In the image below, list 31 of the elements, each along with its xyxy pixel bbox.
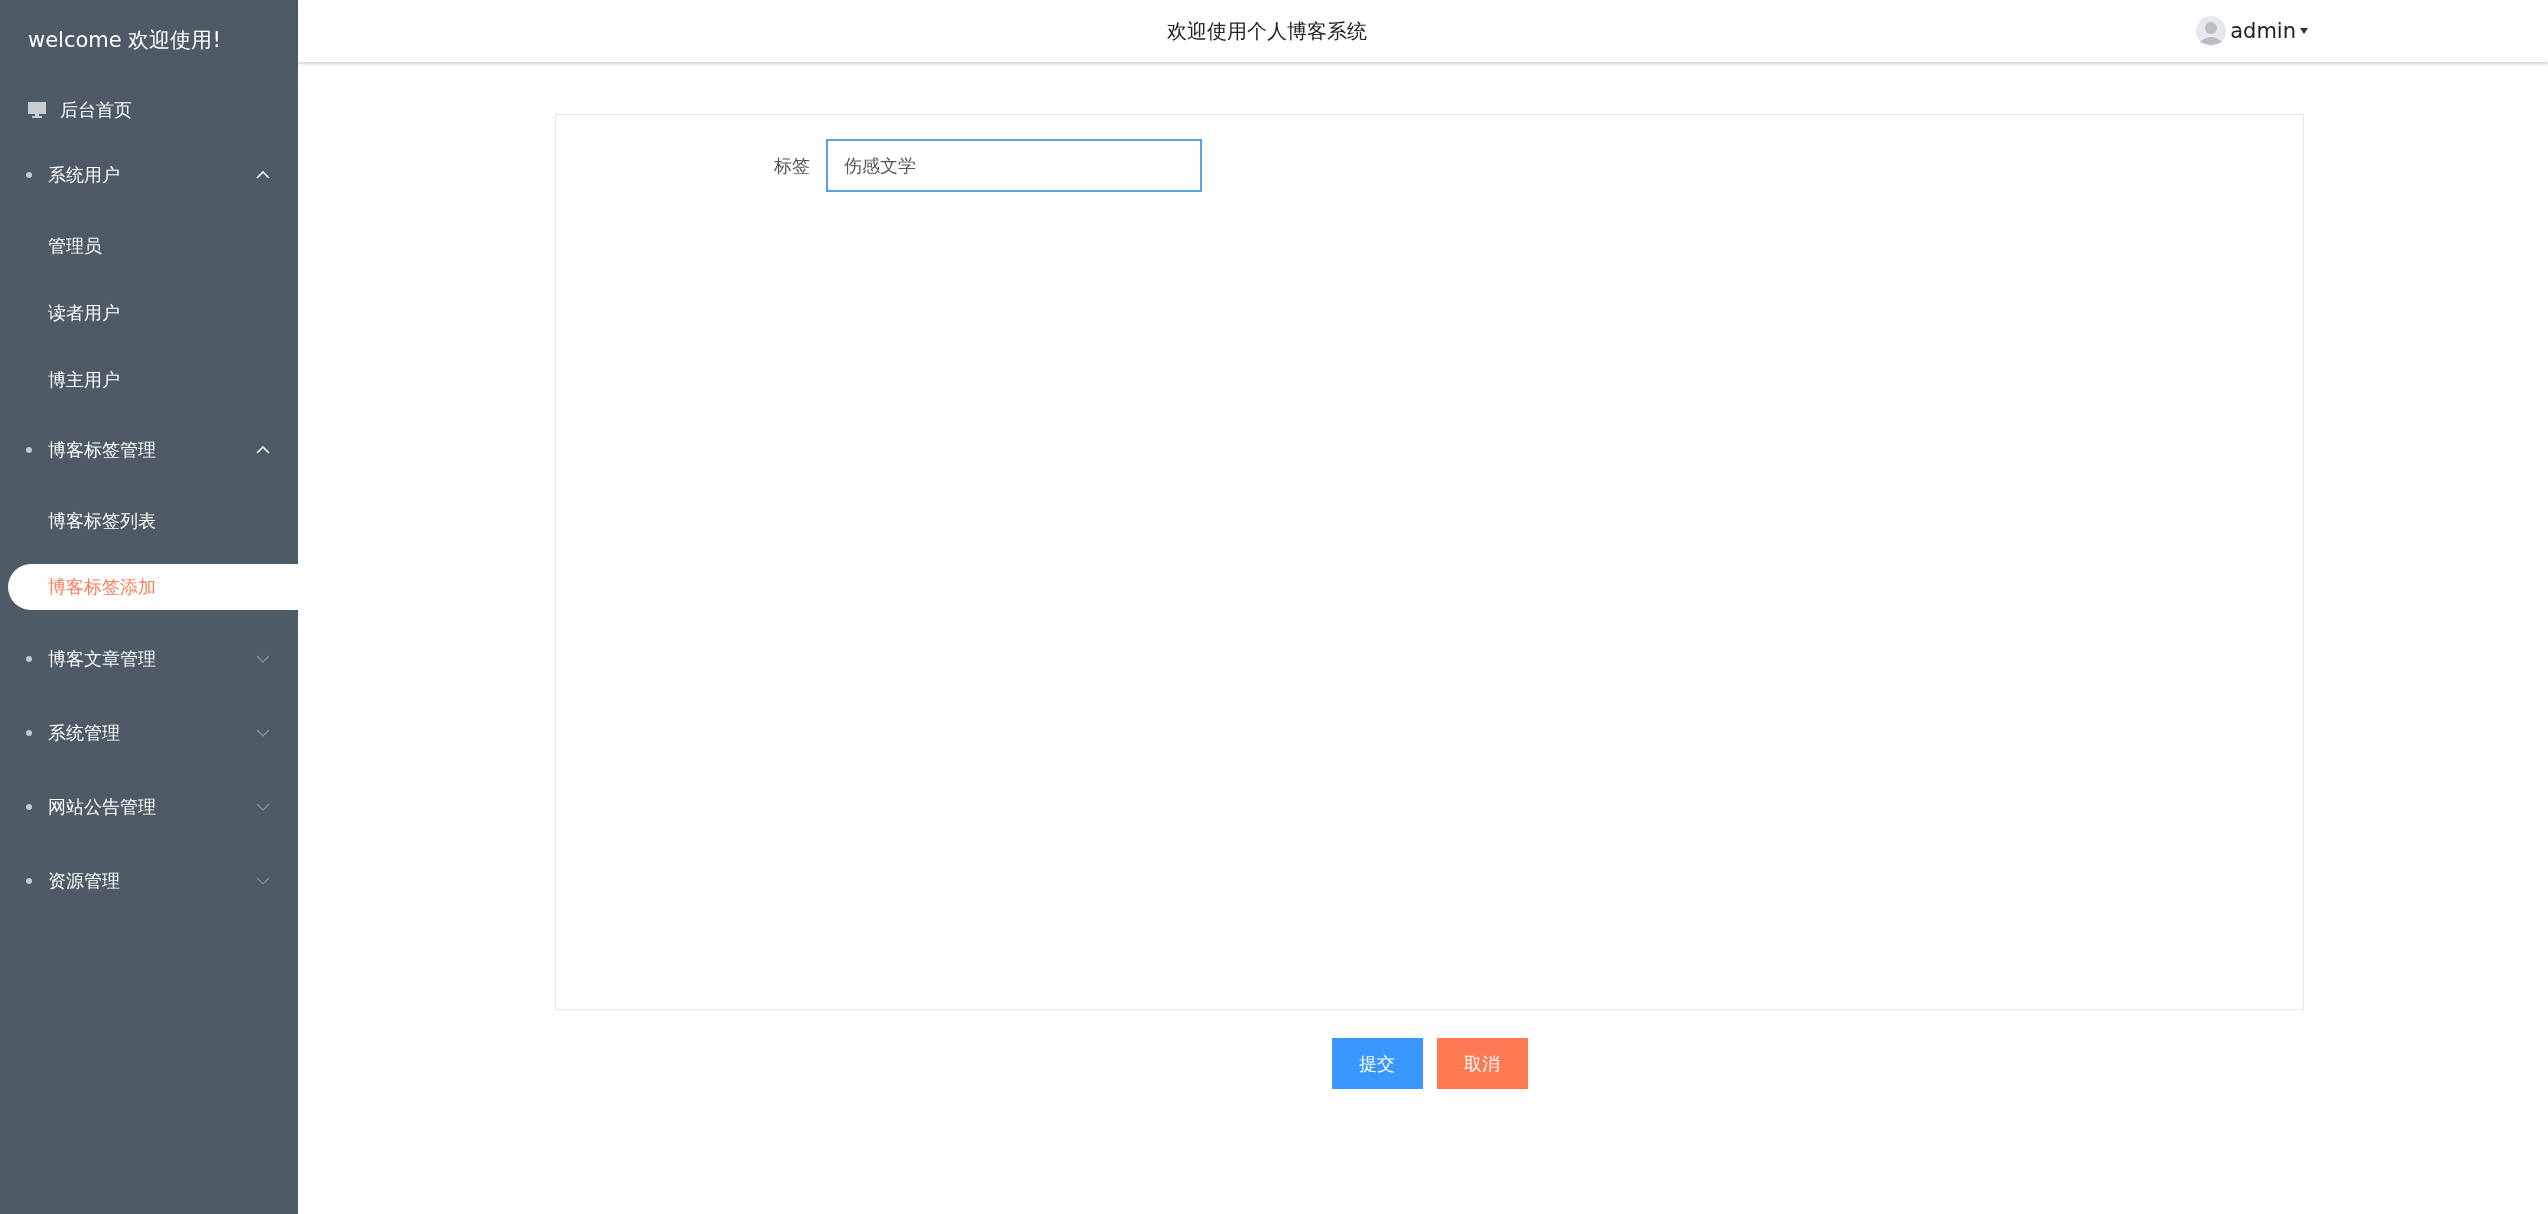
chevron-icon (256, 655, 270, 663)
header-title: 欢迎使用个人博客系统 (1166, 17, 1369, 45)
bullet-icon (26, 172, 32, 178)
chevron-icon (256, 729, 270, 737)
menu-group[interactable]: 资源管理 (0, 844, 298, 918)
chevron-icon (256, 877, 270, 885)
bullet-icon (26, 447, 32, 453)
caret-icon[interactable] (2300, 28, 2308, 34)
chevron-icon (256, 803, 270, 811)
avatar-icon (2196, 16, 2227, 46)
menu-group[interactable]: 系统用户 (0, 138, 298, 212)
submenu-item[interactable]: 博客标签列表 (0, 487, 298, 554)
bullet-icon (26, 730, 32, 736)
submenu-item[interactable]: 读者用户 (0, 279, 298, 346)
monitor-icon (28, 102, 46, 118)
field-label: 标签 (773, 153, 811, 178)
submenu-item[interactable]: 博主用户 (0, 346, 298, 413)
menu-item[interactable]: 后台首页 (0, 82, 298, 138)
bullet-icon (26, 656, 32, 662)
submenu-item[interactable]: 管理员 (0, 212, 298, 279)
sidebar-title: welcome 欢迎使用! (27, 27, 222, 54)
chevron-icon (256, 446, 270, 454)
menu-group[interactable]: 网站公告管理 (0, 770, 298, 844)
bullet-icon (26, 878, 32, 884)
bullet-icon (26, 804, 32, 810)
menu-group[interactable]: 博客标签管理 (0, 413, 298, 487)
menu-group[interactable]: 博客文章管理 (0, 622, 298, 696)
menu-group[interactable]: 系统管理 (0, 696, 298, 770)
input-field[interactable]: 伤感文学 (826, 139, 1202, 192)
chevron-icon (256, 171, 270, 179)
user-menu[interactable]: admin (2230, 19, 2296, 43)
